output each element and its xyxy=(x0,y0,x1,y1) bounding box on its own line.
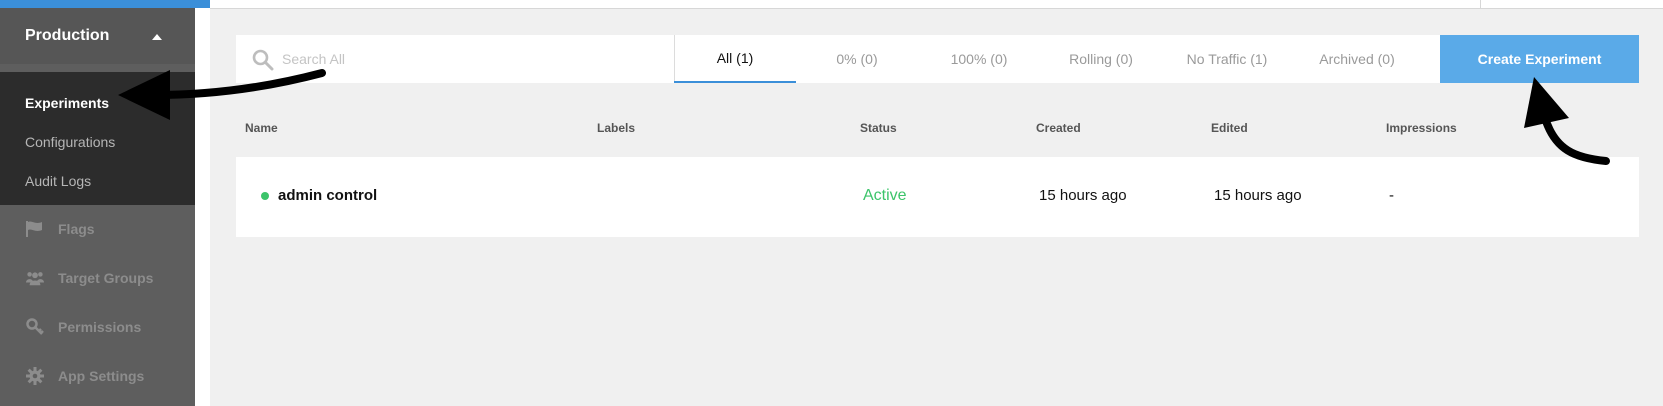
environment-label: Production xyxy=(25,27,110,44)
table-row[interactable]: admin control Active 15 hours ago 15 hou… xyxy=(236,157,1639,237)
key-icon xyxy=(26,318,44,336)
tab-no-traffic[interactable]: No Traffic (1) xyxy=(1162,35,1292,83)
experiment-impressions: - xyxy=(1389,187,1394,204)
column-header-created[interactable]: Created xyxy=(1036,121,1081,135)
search-box xyxy=(236,35,674,83)
tab-100-percent[interactable]: 100% (0) xyxy=(918,35,1040,83)
column-header-impressions[interactable]: Impressions xyxy=(1386,121,1457,135)
create-experiment-button[interactable]: Create Experiment xyxy=(1440,35,1639,83)
sidebar-item-label: Flags xyxy=(58,221,95,237)
column-header-status[interactable]: Status xyxy=(860,121,897,135)
column-header-name[interactable]: Name xyxy=(245,121,278,135)
sidebar-item-target-groups[interactable]: Target Groups xyxy=(26,267,153,289)
top-bar-divider xyxy=(1480,0,1481,9)
sidebar-item-experiments[interactable]: Experiments xyxy=(25,95,109,111)
tab-0-percent[interactable]: 0% (0) xyxy=(796,35,918,83)
search-input[interactable] xyxy=(282,47,662,71)
sidebar-item-label: App Settings xyxy=(58,368,145,384)
search-icon xyxy=(252,49,274,76)
experiments-toolbar: All (1) 0% (0) 100% (0) Rolling (0) No T… xyxy=(236,35,1639,83)
sidebar-item-audit-logs[interactable]: Audit Logs xyxy=(25,173,91,189)
sidebar-edge xyxy=(195,8,210,406)
experiment-created: 15 hours ago xyxy=(1039,187,1127,204)
environment-selector[interactable]: Production xyxy=(0,8,195,64)
sidebar-item-label: Permissions xyxy=(58,319,142,335)
experiment-status: Active xyxy=(863,187,907,204)
sidebar-item-label: Target Groups xyxy=(58,270,154,286)
sidebar-item-flags[interactable]: Flags xyxy=(26,218,95,240)
caret-up-icon[interactable] xyxy=(152,34,162,40)
gear-icon xyxy=(26,367,44,385)
status-dot xyxy=(261,192,269,200)
tab-archived[interactable]: Archived (0) xyxy=(1292,35,1422,83)
users-icon xyxy=(26,269,44,287)
sidebar-item-permissions[interactable]: Permissions xyxy=(26,316,141,338)
experiment-name[interactable]: admin control xyxy=(278,187,377,204)
sidebar: Production Experiments Configurations Au… xyxy=(0,8,195,406)
sidebar-item-app-settings[interactable]: App Settings xyxy=(26,365,144,387)
column-header-labels[interactable]: Labels xyxy=(597,121,635,135)
sidebar-item-configurations[interactable]: Configurations xyxy=(25,134,115,150)
column-header-edited[interactable]: Edited xyxy=(1211,121,1248,135)
experiment-edited: 15 hours ago xyxy=(1214,187,1302,204)
environment-submenu: Experiments Configurations Audit Logs xyxy=(0,72,195,205)
arrow-to-create-button xyxy=(1524,77,1610,165)
top-accent-bar xyxy=(0,0,210,8)
tab-all[interactable]: All (1) xyxy=(674,35,796,83)
tab-rolling[interactable]: Rolling (0) xyxy=(1040,35,1162,83)
top-bar xyxy=(210,0,1663,9)
flag-icon xyxy=(26,220,44,238)
